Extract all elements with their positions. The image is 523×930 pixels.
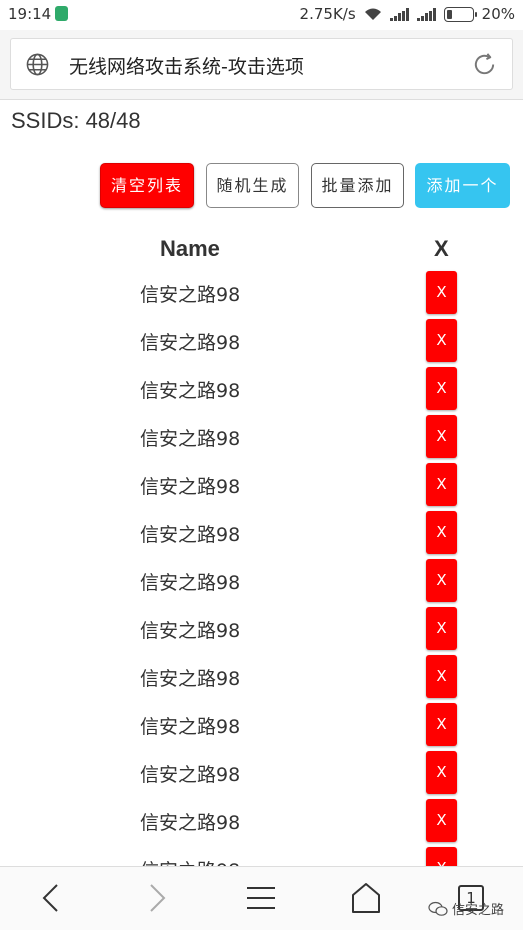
delete-button[interactable]: X: [426, 751, 457, 794]
ssid-name: 信安之路98: [140, 428, 241, 450]
ssid-name: 信安之路98: [140, 524, 241, 546]
ssid-count: SSIDs: 48/48: [11, 108, 141, 133]
delete-button[interactable]: X: [426, 511, 457, 554]
table-row: 信安之路98 X: [0, 844, 523, 866]
menu-icon[interactable]: [244, 881, 278, 915]
delete-button[interactable]: X: [426, 463, 457, 506]
batch-add-button[interactable]: 批量添加: [311, 163, 404, 208]
status-time: 19:14: [8, 5, 52, 23]
battery-percent: 20%: [481, 5, 515, 23]
table-row: 信安之路98 X: [0, 748, 523, 796]
home-icon[interactable]: [349, 881, 383, 915]
random-generate-button[interactable]: 随机生成: [206, 163, 299, 208]
status-right: 2.75K/s 20%: [300, 5, 515, 23]
back-icon[interactable]: [34, 881, 68, 915]
signal-2-icon: [416, 7, 436, 21]
ssid-name: 信安之路98: [140, 668, 241, 690]
ssid-name: 信安之路98: [140, 380, 241, 402]
ssid-name: 信安之路98: [140, 284, 241, 306]
ssid-name: 信安之路98: [140, 620, 241, 642]
browser-navbar: 1 信安之路: [0, 866, 523, 930]
clear-list-button[interactable]: 清空列表: [100, 163, 194, 208]
ssid-table: 信安之路98 X 信安之路98 X 信安之路98 X 信安之路98 X 信安之路98 X …: [0, 268, 523, 866]
ssid-name: 信安之路98: [140, 332, 241, 354]
address-bar[interactable]: 无线网络攻击系统-攻击选项: [10, 38, 513, 90]
table-row: 信安之路98 X: [0, 460, 523, 508]
battery-level: [446, 9, 452, 19]
security-shield-icon: [55, 6, 68, 21]
table-row: 信安之路98 X: [0, 268, 523, 316]
delete-button[interactable]: X: [426, 703, 457, 746]
add-one-button[interactable]: 添加一个: [415, 163, 510, 208]
table-row: 信安之路98 X: [0, 604, 523, 652]
browser-toolbar: 无线网络攻击系统-攻击选项: [0, 30, 523, 100]
ssid-name: 信安之路98: [140, 476, 241, 498]
watermark-text: 信安之路: [452, 903, 505, 918]
reload-icon[interactable]: [471, 51, 498, 78]
battery-icon: [443, 6, 477, 22]
ssid-name: 信安之路98: [140, 764, 241, 786]
ssid-name: 信安之路98: [140, 812, 241, 834]
delete-button[interactable]: X: [426, 559, 457, 602]
network-speed: 2.75K/s: [299, 5, 356, 23]
wifi-icon: [364, 8, 381, 20]
table-row: 信安之路98 X: [0, 364, 523, 412]
table-row: 信安之路98 X: [0, 508, 523, 556]
delete-button[interactable]: X: [426, 271, 457, 314]
table-row: 信安之路98 X: [0, 652, 523, 700]
status-bar: 19:14 2.75K/s 20%: [0, 0, 523, 30]
delete-button[interactable]: X: [426, 655, 457, 698]
delete-button[interactable]: X: [426, 319, 457, 362]
column-header-name: Name: [160, 236, 220, 261]
table-row: 信安之路98 X: [0, 316, 523, 364]
delete-button[interactable]: X: [426, 367, 457, 410]
delete-button[interactable]: X: [426, 607, 457, 650]
table-row: 信安之路98 X: [0, 700, 523, 748]
wechat-icon: [428, 901, 448, 916]
forward-icon[interactable]: [140, 881, 174, 915]
delete-button[interactable]: X: [426, 799, 457, 842]
delete-button[interactable]: X: [426, 415, 457, 458]
page-title: 无线网络攻击系统-攻击选项: [69, 56, 304, 78]
table-row: 信安之路98 X: [0, 796, 523, 844]
signal-icon: [389, 7, 409, 21]
watermark: 信安之路: [428, 899, 504, 918]
globe-icon: [26, 53, 49, 76]
ssid-name: 信安之路98: [140, 716, 241, 738]
column-header-delete: X: [434, 236, 449, 261]
ssid-name: 信安之路98: [140, 572, 241, 594]
table-row: 信安之路98 X: [0, 412, 523, 460]
ssid-name: 信安之路98: [140, 856, 240, 866]
delete-button[interactable]: X: [426, 847, 457, 866]
table-row: 信安之路98 X: [0, 556, 523, 604]
